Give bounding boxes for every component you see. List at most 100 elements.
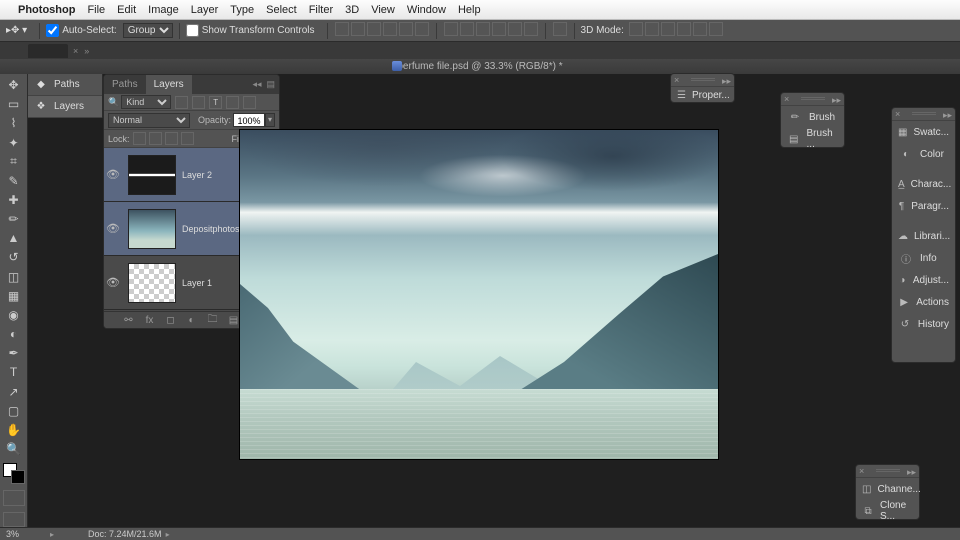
menu-view[interactable]: View [371, 4, 395, 16]
channels-panel[interactable]: ×▸▸ ◫Channe... ⧉Clone S... [855, 464, 920, 520]
wand-tool[interactable]: ✦ [3, 133, 25, 151]
filter-kind-select[interactable]: Kind [121, 95, 171, 109]
menu-window[interactable]: Window [407, 4, 446, 16]
gradient-tool[interactable]: ▦ [3, 287, 25, 305]
adjustment-icon[interactable]: ◐ [185, 315, 198, 326]
lasso-tool[interactable]: ⌇ [3, 114, 25, 132]
menu-select[interactable]: Select [266, 4, 297, 16]
layer-name[interactable]: Layer 1 [182, 278, 212, 288]
screenmode-toggle[interactable] [3, 512, 25, 527]
menu-3d[interactable]: 3D [345, 4, 359, 16]
layer-thumbnail[interactable] [128, 155, 176, 195]
transform-controls-checkbox[interactable]: Show Transform Controls [186, 24, 315, 37]
dodge-tool[interactable]: ◐ [3, 325, 25, 343]
pen-tool[interactable]: ✒ [3, 344, 25, 362]
flyout-icon[interactable]: ▸▸ [907, 467, 916, 478]
auto-align-icon[interactable] [552, 22, 568, 39]
flyout-icon[interactable]: ▸▸ [722, 76, 731, 87]
filter-type-icon[interactable]: T [209, 96, 222, 109]
history-brush-tool[interactable]: ↺ [3, 248, 25, 266]
doc-arrow-icon[interactable]: ▸ [166, 530, 170, 539]
lock-trans-icon[interactable] [133, 132, 146, 145]
filter-shape-icon[interactable] [226, 96, 239, 109]
menu-help[interactable]: Help [458, 4, 481, 16]
path-tool[interactable]: ↗ [3, 383, 25, 401]
document-tab[interactable] [28, 44, 68, 58]
menu-file[interactable]: File [87, 4, 105, 16]
background-color[interactable] [11, 470, 25, 484]
eyedropper-tool[interactable]: ✎ [3, 172, 25, 190]
filter-pixel-icon[interactable] [175, 96, 188, 109]
document-canvas[interactable] [240, 130, 718, 459]
clone-label: Clone S... [880, 500, 913, 522]
new-layer-icon[interactable]: ▤ [227, 315, 240, 326]
menu-edit[interactable]: Edit [117, 4, 136, 16]
mode3d-icons[interactable] [628, 22, 724, 39]
flyout-icon[interactable]: ▸▸ [832, 95, 841, 106]
fx-icon[interactable]: fx [143, 315, 156, 326]
document-title: perfume file.psd @ 33.3% (RGB/8*) * [397, 61, 562, 72]
layers-panel-tab[interactable]: ❖ Layers [28, 96, 102, 118]
zoom-value[interactable]: 3% [6, 529, 46, 539]
zoom-tool[interactable]: 🔍 [3, 440, 25, 458]
healing-tool[interactable]: ✚ [3, 191, 25, 209]
blend-mode-select[interactable]: Normal [108, 113, 190, 128]
tab-paths[interactable]: Paths [104, 75, 146, 94]
close-icon[interactable]: × [859, 466, 864, 476]
brush-panel[interactable]: ×▸▸ ✏Brush ▤Brush ... [780, 92, 845, 148]
right-panel-group[interactable]: ×▸▸ ▦Swatc... ◐Color A̲Charac... ¶Paragr… [891, 107, 956, 363]
visibility-toggle[interactable]: 👁 [104, 276, 122, 289]
shape-tool[interactable]: ▢ [3, 402, 25, 420]
type-tool[interactable]: T [3, 363, 25, 381]
layer-thumbnail[interactable] [128, 209, 176, 249]
lock-pos-icon[interactable] [165, 132, 178, 145]
color-label: Color [920, 149, 944, 160]
menu-type[interactable]: Type [230, 4, 254, 16]
marquee-tool[interactable]: ▭ [3, 95, 25, 113]
tab-expand-icon[interactable]: » [84, 46, 89, 56]
lock-image-icon[interactable] [149, 132, 162, 145]
app-name[interactable]: Photoshop [18, 4, 75, 16]
lock-all-icon[interactable] [181, 132, 194, 145]
opacity-dropdown[interactable]: ▾ [265, 113, 275, 127]
menu-filter[interactable]: Filter [309, 4, 333, 16]
move-tool[interactable]: ✥ [3, 76, 25, 94]
layer-thumbnail[interactable] [128, 263, 176, 303]
layer-filter-row: 🔍 Kind T [104, 94, 279, 111]
brush-tool[interactable]: ✏ [3, 210, 25, 228]
menu-layer[interactable]: Layer [191, 4, 219, 16]
filter-adjust-icon[interactable] [192, 96, 205, 109]
tab-close-icon[interactable]: × [73, 46, 78, 56]
panel-collapse-icon[interactable]: ◂◂ ▤ [252, 79, 279, 90]
tab-layers[interactable]: Layers [146, 75, 192, 94]
quickmask-toggle[interactable] [3, 490, 25, 505]
distribute-icons[interactable] [443, 22, 539, 39]
menu-image[interactable]: Image [148, 4, 179, 16]
document-titlebar: perfume file.psd @ 33.3% (RGB/8*) * [0, 59, 960, 74]
filter-smart-icon[interactable] [243, 96, 256, 109]
properties-panel[interactable]: ×▸▸ ☰Proper... [670, 73, 735, 103]
zoom-arrow-icon[interactable]: ▸ [50, 530, 54, 539]
auto-select-group[interactable]: Group [123, 23, 173, 38]
paths-panel-tab[interactable]: ◆ Paths [28, 74, 102, 96]
eraser-tool[interactable]: ◫ [3, 268, 25, 286]
doc-info[interactable]: Doc: 7.24M/21.6M [88, 529, 162, 539]
opacity-value[interactable]: 100% [233, 113, 265, 127]
group-icon[interactable]: 🗀 [206, 315, 219, 326]
link-layers-icon[interactable]: ⚯ [122, 315, 135, 326]
close-icon[interactable]: × [895, 109, 900, 119]
flyout-icon[interactable]: ▸▸ [943, 110, 952, 121]
visibility-toggle[interactable]: 👁 [104, 168, 122, 181]
align-icons[interactable] [334, 22, 430, 39]
visibility-toggle[interactable]: 👁 [104, 222, 122, 235]
hand-tool[interactable]: ✋ [3, 421, 25, 439]
layer-name[interactable]: Layer 2 [182, 170, 212, 180]
mask-icon[interactable]: ◻ [164, 315, 177, 326]
auto-select-checkbox[interactable]: Auto-Select: [46, 24, 116, 37]
blur-tool[interactable]: ◉ [3, 306, 25, 324]
color-swatches[interactable] [3, 463, 25, 484]
close-icon[interactable]: × [784, 94, 789, 104]
crop-tool[interactable]: ⌗ [3, 153, 25, 171]
close-icon[interactable]: × [674, 75, 679, 85]
stamp-tool[interactable]: ▲ [3, 229, 25, 247]
